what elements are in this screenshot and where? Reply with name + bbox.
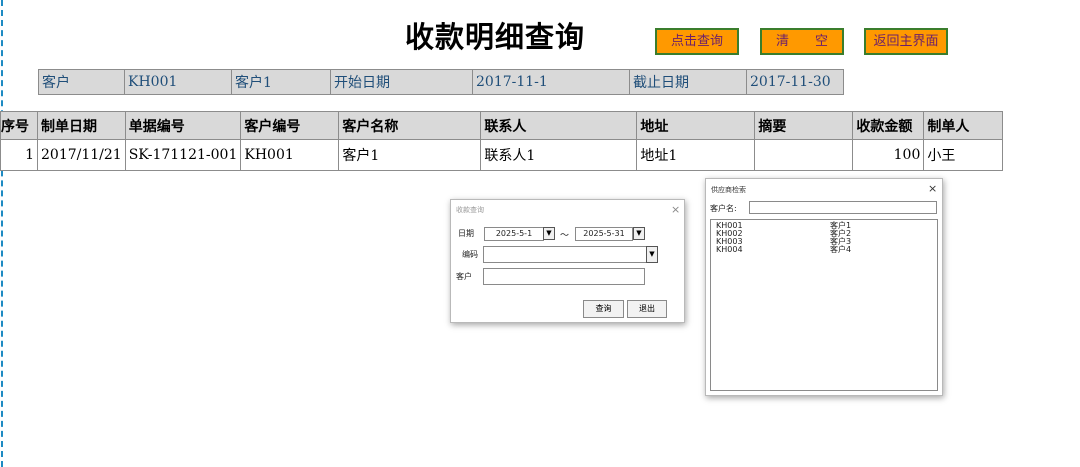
page-title: 收款明细查询: [404, 20, 585, 54]
customer-search-input[interactable]: [749, 201, 937, 214]
table-cell[interactable]: 地址1: [636, 139, 756, 171]
start-date-label: 开始日期: [330, 69, 473, 95]
date-from-input[interactable]: 2025-5-1: [484, 227, 544, 241]
header-cell: 序号: [0, 111, 38, 140]
header-cell: 客户名称: [338, 111, 482, 140]
date-label: 日期: [458, 229, 474, 238]
header-cell: 客户编号: [240, 111, 340, 140]
table-cell[interactable]: [754, 139, 854, 171]
list-item[interactable]: KH003 客户3: [711, 238, 937, 246]
header-cell: 摘要: [754, 111, 854, 140]
receipt-detail-table: 序号 制单日期 单据编号 客户编号 客户名称 联系人 地址 摘要 收款金额 制单…: [0, 111, 1004, 171]
list-item[interactable]: KH002 客户2: [711, 230, 937, 238]
end-date-label: 截止日期: [629, 69, 747, 95]
dialog-title: 供应商检索: [711, 186, 746, 194]
query-criteria-bar: 客户 KH001 客户1 开始日期 2017-11-1 截止日期 2017-11…: [38, 69, 844, 95]
customer-name-cell[interactable]: 客户1: [231, 69, 331, 95]
close-icon[interactable]: ×: [671, 204, 680, 215]
start-date-cell[interactable]: 2017-11-1: [472, 69, 630, 95]
date-to-input[interactable]: 2025-5-31: [575, 227, 633, 241]
close-icon[interactable]: ×: [928, 183, 937, 194]
customer-label: 客户: [38, 69, 125, 95]
receipt-query-dialog: 收款查询 × 日期 2025-5-1 ▼ ～ 2025-5-31 ▼ 编码 ▼ …: [450, 199, 685, 323]
customer-list[interactable]: KH001 客户1 KH002 客户2 KH003 客户3 KH004 客户4: [710, 219, 938, 391]
table-cell[interactable]: 2017/11/21: [37, 139, 126, 171]
header-cell: 地址: [636, 111, 756, 140]
table-cell[interactable]: KH001: [240, 139, 340, 171]
query-button[interactable]: 点击查询: [655, 28, 739, 55]
chevron-down-icon[interactable]: ▼: [646, 246, 658, 263]
table-cell[interactable]: 联系人1: [480, 139, 638, 171]
customer-code-cell[interactable]: KH001: [124, 69, 232, 95]
list-item[interactable]: KH001 客户1: [711, 222, 937, 230]
date-range-separator: ～: [560, 231, 570, 241]
table-row[interactable]: 1 2017/11/21 SK-171121-001 KH001 客户1 联系人…: [0, 139, 1004, 171]
customer-input[interactable]: [483, 268, 645, 285]
table-cell[interactable]: 客户1: [338, 139, 482, 171]
chevron-down-icon[interactable]: ▼: [543, 227, 555, 240]
clear-button[interactable]: 清 空: [760, 28, 844, 55]
back-to-main-button[interactable]: 返回主界面: [864, 28, 948, 55]
supplier-search-dialog: 供应商检索 × 客户名: KH001 客户1 KH002 客户2 KH003 客户3 …: [705, 178, 943, 396]
chevron-down-icon[interactable]: ▼: [633, 227, 645, 240]
dialog-title: 收款查询: [456, 206, 484, 214]
dialog-query-button[interactable]: 查询: [583, 300, 624, 318]
header-cell: 制单日期: [37, 111, 126, 140]
table-header-row: 序号 制单日期 单据编号 客户编号 客户名称 联系人 地址 摘要 收款金额 制单…: [0, 111, 1004, 140]
table-cell[interactable]: SK-171121-001: [124, 139, 242, 171]
list-item[interactable]: KH004 客户4: [711, 246, 937, 254]
end-date-cell[interactable]: 2017-11-30: [746, 69, 844, 95]
header-cell: 单据编号: [124, 111, 242, 140]
header-cell: 联系人: [480, 111, 638, 140]
dialog-exit-button[interactable]: 退出: [627, 300, 667, 318]
customer-label: 客户: [456, 272, 472, 281]
table-cell[interactable]: 100: [852, 139, 925, 171]
table-cell[interactable]: 1: [0, 139, 38, 171]
search-label: 客户名:: [710, 204, 737, 213]
header-cell: 制单人: [923, 111, 1004, 140]
sheet-edge-divider: [1, 0, 3, 467]
code-label: 编码: [462, 250, 478, 259]
header-cell: 收款金额: [852, 111, 925, 140]
table-cell[interactable]: 小王: [923, 139, 1004, 171]
code-select[interactable]: [483, 246, 647, 263]
